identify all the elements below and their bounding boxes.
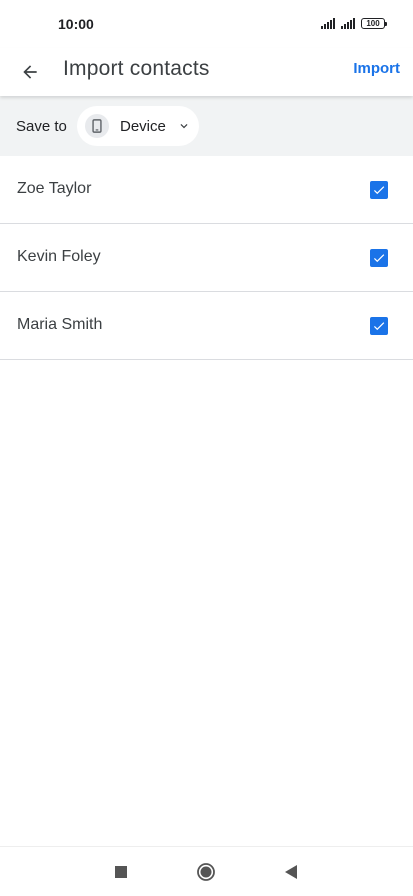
- status-bar: 10:00 100: [0, 0, 413, 48]
- check-icon: [373, 186, 385, 195]
- arrow-back-icon: [23, 65, 37, 79]
- contact-checkbox[interactable]: [370, 317, 388, 335]
- nav-back-button[interactable]: [280, 861, 302, 883]
- check-icon: [373, 254, 385, 263]
- status-icons: 100: [321, 18, 387, 29]
- nav-recent-button[interactable]: [110, 861, 132, 883]
- import-contacts-screen: 10:00 100 Import contacts Import Save to…: [0, 0, 413, 896]
- save-to-label: Save to: [16, 118, 67, 135]
- contact-row[interactable]: Kevin Foley: [0, 224, 413, 292]
- contact-checkbox[interactable]: [370, 181, 388, 199]
- import-button[interactable]: Import: [353, 60, 400, 77]
- contact-row[interactable]: Zoe Taylor: [0, 156, 413, 224]
- contact-checkbox[interactable]: [370, 249, 388, 267]
- account-selector-chip[interactable]: Device: [77, 106, 199, 146]
- selected-account-label: Device: [120, 117, 166, 135]
- status-time: 10:00: [58, 16, 94, 32]
- signal-icon-2: [341, 18, 355, 29]
- contact-name: Maria Smith: [17, 316, 103, 333]
- square-icon: [115, 866, 127, 878]
- smartphone-icon: [85, 114, 109, 138]
- contact-name: Zoe Taylor: [17, 180, 92, 197]
- triangle-back-icon: [285, 865, 297, 879]
- nav-home-button[interactable]: [195, 861, 217, 883]
- chevron-down-icon: [177, 119, 191, 133]
- save-to-bar: Save to Device: [0, 96, 413, 156]
- contact-row[interactable]: Maria Smith: [0, 292, 413, 360]
- app-bar: Import contacts Import: [0, 48, 413, 96]
- page-title: Import contacts: [63, 57, 210, 80]
- check-icon: [373, 322, 385, 331]
- battery-icon: 100: [361, 18, 387, 29]
- system-nav-bar: [0, 846, 413, 896]
- contact-list: Zoe Taylor Kevin Foley Maria Smith: [0, 156, 413, 360]
- signal-icon: [321, 18, 335, 29]
- circle-icon: [197, 863, 215, 881]
- back-button[interactable]: [14, 56, 46, 88]
- contact-name: Kevin Foley: [17, 248, 101, 265]
